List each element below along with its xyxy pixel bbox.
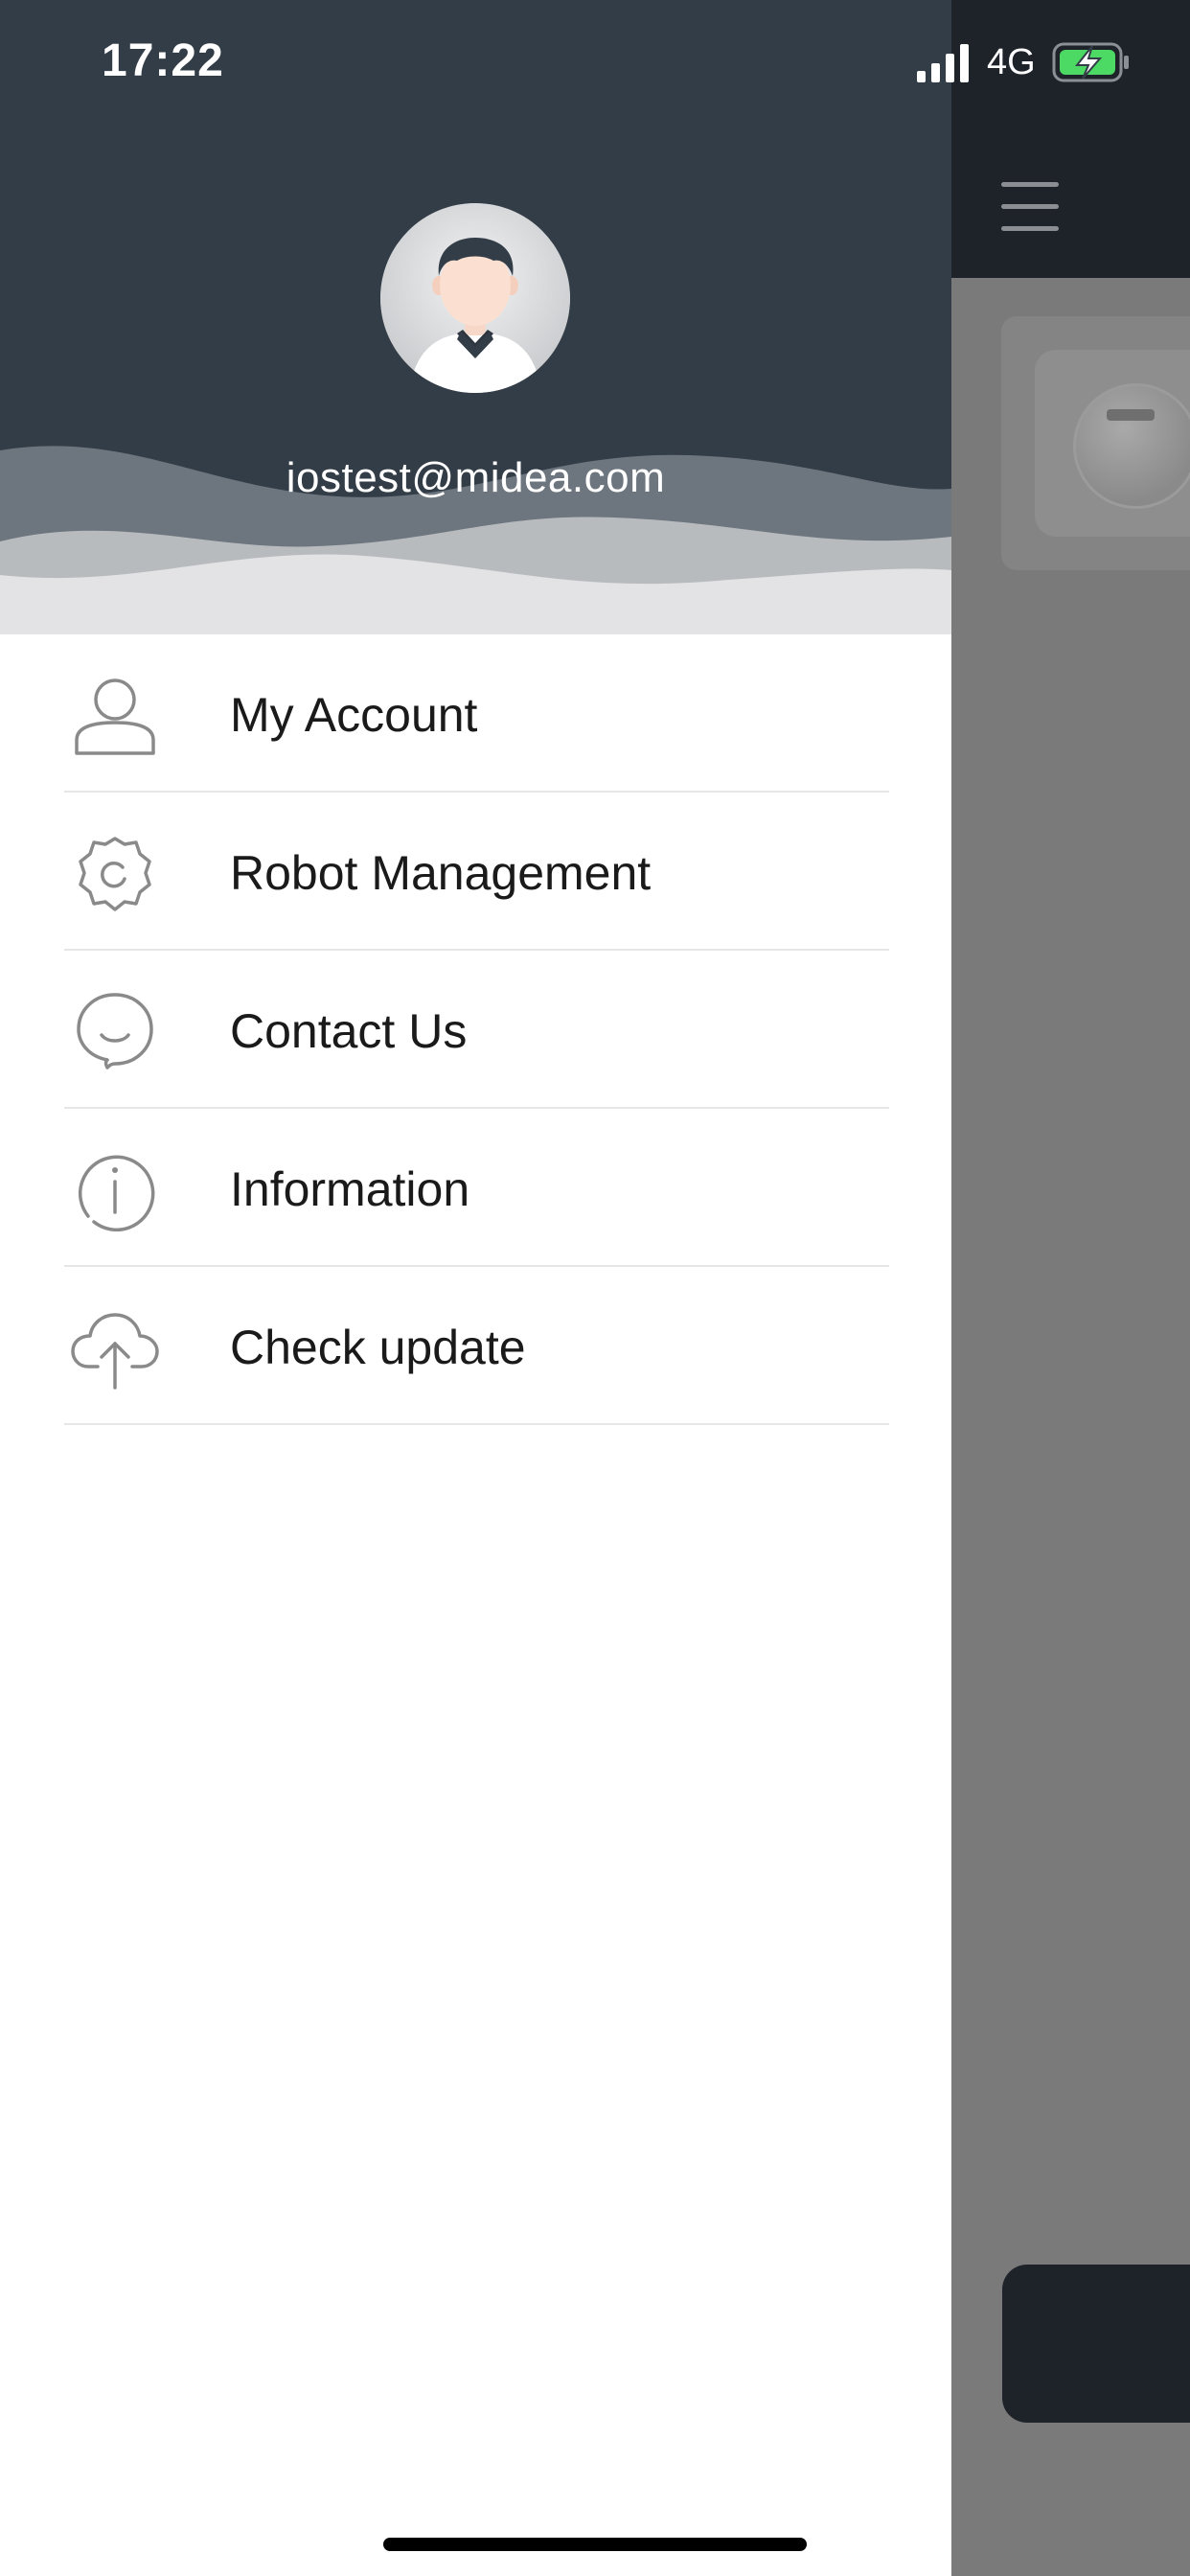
status-time: 17:22	[102, 35, 224, 86]
app-screen: 17:22 4G iostest@midea.com My Account Ro…	[0, 0, 1190, 2576]
avatar-illustration	[380, 203, 570, 393]
user-avatar-icon[interactable]	[380, 203, 570, 393]
menu-item-contact-us[interactable]: Contact Us	[0, 951, 951, 1109]
bottom-panel[interactable]	[1002, 2265, 1190, 2423]
drawer-menu: My Account Robot Management Contact Us I…	[0, 634, 951, 1425]
signal-bars-icon	[917, 44, 969, 82]
battery-charging-icon	[1052, 42, 1129, 82]
gear-icon	[79, 837, 151, 911]
menu-item-check-update[interactable]: Check update	[0, 1267, 951, 1425]
menu-item-information[interactable]: Information	[0, 1109, 951, 1267]
home-indicator[interactable]	[383, 2538, 807, 2551]
side-drawer: iostest@midea.com My Account Robot Manag…	[0, 0, 951, 2576]
person-icon	[75, 678, 155, 755]
menu-label-check-update: Check update	[230, 1321, 526, 1374]
robot-vacuum-image	[1073, 383, 1190, 509]
chat-bubble-icon	[77, 993, 153, 1070]
menu-label-robot-management: Robot Management	[230, 846, 652, 900]
menu-item-robot-management[interactable]: Robot Management	[0, 793, 951, 951]
menu-label-information: Information	[230, 1162, 470, 1216]
network-type: 4G	[987, 42, 1036, 82]
status-bar: 17:22 4G	[0, 0, 1190, 125]
info-icon	[78, 1155, 155, 1231]
cloud-upload-icon	[71, 1313, 159, 1390]
user-email: iostest@midea.com	[286, 454, 666, 501]
hamburger-menu-icon[interactable]	[987, 163, 1073, 249]
menu-label-my-account: My Account	[230, 688, 478, 742]
menu-label-contact-us: Contact Us	[230, 1004, 468, 1058]
menu-item-my-account[interactable]: My Account	[0, 634, 951, 793]
